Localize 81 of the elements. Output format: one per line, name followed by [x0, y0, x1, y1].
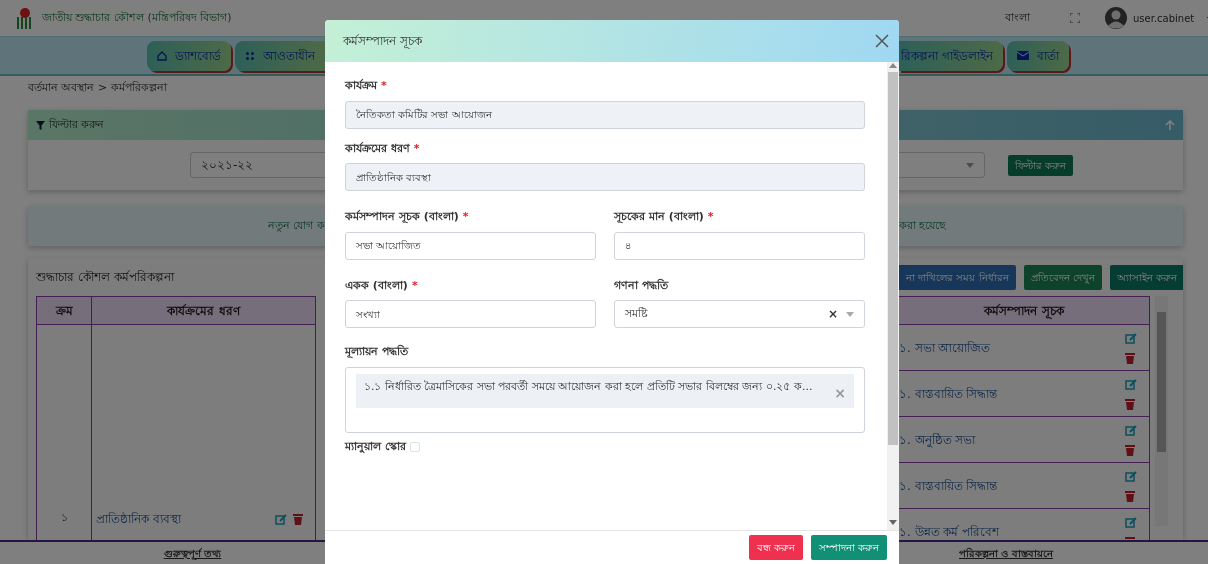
- home-icon: [157, 50, 167, 61]
- footer-heading[interactable]: গুরুত্বপূর্ণ তথ্য: [163, 547, 222, 559]
- checkbox-label: ম্যানুয়াল স্কোর: [345, 438, 406, 455]
- edit-icon[interactable]: [275, 513, 287, 525]
- edit-icon[interactable]: [1125, 331, 1137, 344]
- table-cell-text: ১. উন্নত কর্ম পরিবেশ: [899, 523, 1000, 540]
- multiselect-field[interactable]: ১.১ নির্ধারিত ত্রৈমাসিকের সভা পরবর্তী সময়ে আয়োজন করা হলে প্রতিটি সভার বিলম্বের জন্য ০.২৫ ক... ×: [345, 366, 865, 433]
- column-header: ক্রম: [36, 296, 92, 325]
- nav-button[interactable]: বার্তা: [1006, 40, 1069, 71]
- trash-icon[interactable]: [293, 513, 303, 525]
- required-mark: *: [462, 210, 469, 223]
- arrow-up-icon: [1165, 120, 1175, 130]
- card-title: শুদ্ধাচার কৌশল কর্মপরিকল্পনা: [36, 269, 174, 286]
- readonly-field: নৈতিকতা কমিটির সভা আয়োজন: [345, 100, 865, 129]
- clear-button[interactable]: ×: [827, 305, 838, 323]
- required-mark: *: [381, 79, 387, 92]
- trash-icon[interactable]: [1125, 443, 1135, 456]
- readonly-field: প্রাতিষ্ঠানিক ব্যবস্থা: [345, 163, 865, 191]
- selected-tag: ১.১ নির্ধারিত ত্রৈমাসিকের সভা পরবর্তী সময়ে আয়োজন করা হলে প্রতিটি সভার বিলম্বের জন্য ০.২৫ ক...: [364, 378, 813, 395]
- required-mark: *: [413, 141, 420, 155]
- caret-icon: [966, 162, 974, 168]
- app-title: জাতীয় শুদ্ধাচার কৌশল (মন্ত্রিপরিষদ বিভাগ): [42, 9, 232, 26]
- envelope-icon: [1016, 51, 1029, 60]
- filter-button[interactable]: ফিল্টার করুন: [1008, 154, 1074, 176]
- modal-title: কর্মসম্পাদন সূচক: [343, 33, 422, 50]
- nav-button[interactable]: ড্যাশবোর্ড: [147, 40, 231, 71]
- edit-icon[interactable]: [1125, 423, 1137, 436]
- notice-text: করা হয়েছে: [899, 218, 947, 232]
- select-field[interactable]: সমষ্টি ×: [614, 300, 865, 328]
- table-cell-text: ১. সভা আয়োজিত: [899, 339, 991, 357]
- column-header: কর্মসম্পাদন সূচক: [899, 296, 1150, 325]
- required-mark: *: [707, 210, 714, 223]
- save-button[interactable]: সম্পাদনা করুন: [810, 535, 887, 560]
- table-cell-text: ১. অনুষ্ঠিত সভা: [899, 431, 976, 449]
- field-label: কর্মসম্পাদন সূচক (বাংলা): [345, 210, 459, 223]
- action-button[interactable]: অ্যাসাইন করুন: [1109, 264, 1183, 290]
- filter-title: ফিল্টার করুন: [49, 116, 105, 133]
- type-select[interactable]: [899, 152, 985, 178]
- column-header: কার্যক্রমের ধরণ: [91, 296, 316, 325]
- scroll-down-icon: [889, 520, 897, 526]
- trash-icon[interactable]: [1125, 351, 1135, 364]
- year-select[interactable]: ২০২১-২২: [190, 152, 325, 178]
- manual-score-checkbox[interactable]: [409, 441, 420, 452]
- input-field[interactable]: সভা আয়োজিত: [345, 231, 596, 260]
- caret-icon: [846, 311, 854, 317]
- footer-heading[interactable]: পরিকল্পনা ও বাস্তবায়নে: [959, 547, 1053, 559]
- table-cell-text: ১. বাস্তবায়িত সিদ্ধান্ত: [899, 477, 998, 495]
- action-button[interactable]: না দাখিলের সময় নির্ধারন: [899, 264, 1016, 290]
- breadcrumb-text: বর্তমান অবস্থান > কর্মপরিকল্পনা: [28, 79, 167, 96]
- scrollbar[interactable]: [1155, 296, 1168, 526]
- edit-icon[interactable]: [1125, 469, 1137, 482]
- edit-icon[interactable]: [1125, 515, 1137, 528]
- nav-button[interactable]: রিকল্পনা গাইডলাইন: [899, 40, 1003, 71]
- close-icon[interactable]: [875, 34, 889, 48]
- table-cell-text: প্রাতিষ্ঠানিক ব্যবস্থা: [96, 511, 183, 528]
- input-field[interactable]: সংখ্যা: [345, 300, 596, 328]
- field-label: একক (বাংলা): [345, 278, 408, 292]
- scrollbar[interactable]: [887, 62, 899, 530]
- edit-icon[interactable]: [1125, 377, 1137, 390]
- close-button[interactable]: বন্ধ করুন: [748, 535, 803, 560]
- logo-icon: [16, 7, 34, 29]
- field-label: সূচকের মান (বাংলা): [614, 210, 704, 223]
- language-link[interactable]: বাংলা: [1005, 9, 1030, 27]
- field-label: কার্যক্রমের ধরণ: [345, 141, 410, 155]
- user-name[interactable]: user.cabinet: [1133, 10, 1195, 26]
- field-label: কার্যক্রম: [345, 79, 377, 92]
- input-field[interactable]: ৪: [614, 231, 865, 260]
- grid-icon: [245, 50, 255, 61]
- table-cell-text: ১. বাস্তবায়িত সিদ্ধান্ত: [899, 385, 998, 403]
- filter-icon: [36, 120, 45, 130]
- trash-icon[interactable]: [1125, 397, 1135, 410]
- field-label: গণনা পদ্ধতি: [614, 278, 668, 292]
- required-mark: *: [411, 278, 418, 292]
- fullscreen-icon[interactable]: [1070, 13, 1080, 23]
- field-label: মূল্যায়ন পদ্ধতি: [345, 345, 408, 358]
- action-button[interactable]: প্রতিবেদন দেখুন: [1023, 264, 1102, 290]
- notice-text: নতুন যোগ ক: [268, 217, 325, 234]
- trash-icon[interactable]: [1125, 489, 1135, 502]
- nav-button[interactable]: আওতাধীন: [235, 40, 325, 71]
- avatar-icon: [1105, 7, 1127, 29]
- remove-tag-button[interactable]: ×: [834, 385, 846, 400]
